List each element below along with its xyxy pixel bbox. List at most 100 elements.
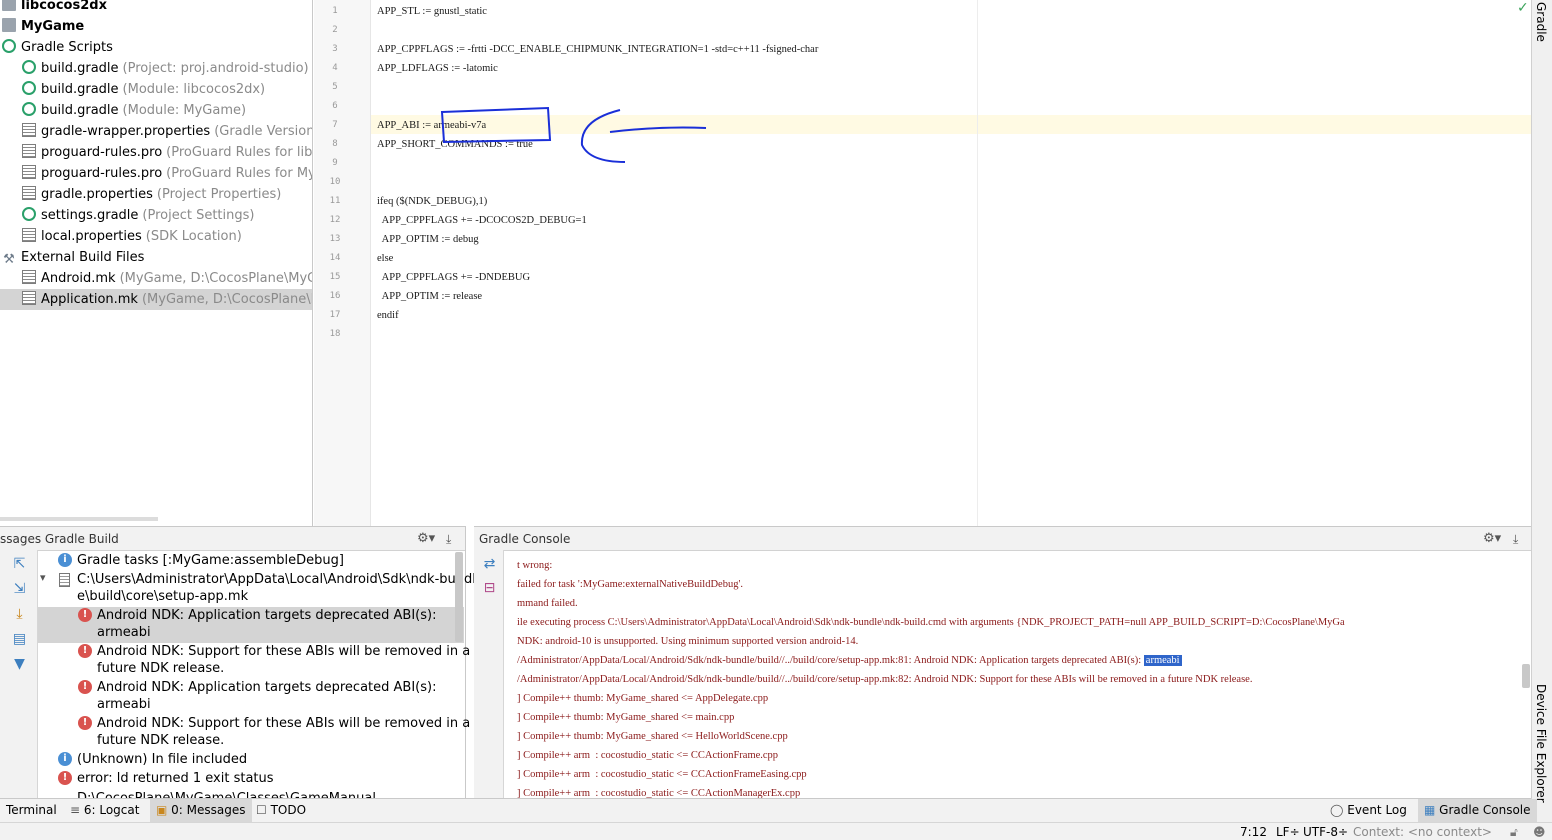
tree-item[interactable]: proguard-rules.pro (ProGuard Rules for li…: [0, 142, 312, 163]
logcat-tab[interactable]: ≡ 6: Logcat: [64, 799, 145, 822]
preview-icon[interactable]: ▤: [11, 631, 28, 648]
properties-file-icon: [22, 123, 36, 137]
tree-item[interactable]: build.gradle (Project: proj.android-studi…: [0, 58, 309, 79]
tree-item[interactable]: gradle.properties (Project Properties): [0, 184, 281, 205]
code-editor[interactable]: APP_STL := gnustl_static APP_CPPFLAGS := …: [371, 0, 1531, 526]
lock-icon[interactable]: 🔓︎: [1510, 823, 1518, 840]
soft-wrap-icon[interactable]: ⇄: [481, 556, 498, 573]
tree-item[interactable]: proguard-rules.pro(ProGuard Rules for My…: [0, 163, 312, 184]
message-line: error: ld returned 1 exit status: [77, 771, 274, 786]
line-number: 2: [332, 25, 338, 35]
tree-item[interactable]: build.gradle (Module: MyGame): [0, 100, 246, 121]
message-line: Android NDK: Support for these ABIs will…: [97, 644, 471, 659]
code-line: APP_CPPFLAGS := -frtti -DCC_ENABLE_CHIPM…: [377, 44, 819, 55]
event-log-icon: ◯: [1330, 803, 1348, 817]
tree-item[interactable]: libcocos2dx: [0, 0, 107, 16]
console-line: ] Compile++ arm : cocostudio_static <= C…: [517, 746, 778, 765]
message-row[interactable]: ! Android NDK: Application targets deprec…: [38, 607, 464, 643]
gradle-console-tab[interactable]: ▦ Gradle Console: [1418, 799, 1537, 822]
clear-console-icon[interactable]: ⊟: [481, 580, 498, 597]
line-number: 9: [332, 158, 338, 168]
file-encoding[interactable]: UTF-8÷: [1303, 823, 1348, 840]
message-row[interactable]: D:\CocosPlane\MyGame\Classes\GameManual.…: [38, 790, 464, 798]
ide-window: libcocos2dx MyGame Gradle Scripts build.gra…: [0, 0, 1552, 840]
tab-strip-underline: [0, 517, 158, 521]
export-icon[interactable]: ⤓: [11, 606, 28, 623]
gradle-icon: [2, 39, 16, 53]
message-row[interactable]: ▾ C:\Users\Administrator\AppData\Local\An…: [38, 571, 476, 607]
message-line: future NDK release.: [97, 661, 225, 676]
device-file-explorer-tab[interactable]: Device File Explorer: [1534, 684, 1548, 803]
hide-panel-icon[interactable]: ⤓: [1513, 527, 1518, 551]
line-number: 1: [332, 6, 338, 16]
tree-item-hint: (Project Properties): [156, 187, 282, 202]
annotation-arrow-line: [609, 126, 707, 133]
text-file-icon: [22, 291, 36, 305]
properties-file-icon: [22, 186, 36, 200]
message-row[interactable]: ! Android NDK: Application targets deprec…: [38, 679, 464, 715]
tree-item[interactable]: ⚒ External Build Files: [0, 247, 144, 268]
tree-item-label: External Build Files: [21, 250, 145, 265]
message-line: (Unknown) In file included: [77, 752, 248, 767]
context-indicator: Context: <no context>: [1353, 825, 1492, 839]
inspector-icon[interactable]: ☻: [1533, 823, 1546, 840]
message-row[interactable]: i (Unknown) In file included: [38, 751, 464, 770]
console-line: /Administrator/AppData/Local/Android/Sdk…: [517, 670, 1252, 689]
tree-item-label: local.properties: [41, 229, 142, 244]
expand-all-icon[interactable]: ⇱: [11, 556, 28, 573]
gear-icon[interactable]: ⚙▾: [417, 527, 435, 551]
gradle-side-tab[interactable]: Gradle: [1534, 2, 1548, 42]
message-row[interactable]: ! Android NDK: Support for these ABIs wil…: [38, 715, 470, 751]
filter-icon[interactable]: ▼: [11, 656, 28, 673]
terminal-tab[interactable]: Terminal: [0, 799, 63, 822]
console-toolbar: ⇄ ⊟: [474, 550, 504, 798]
tree-item[interactable]: MyGame: [0, 16, 84, 37]
tree-item[interactable]: Application.mk(MyGame, D:\CocosPlane\MyG…: [0, 289, 312, 310]
message-line: Android NDK: Application targets depreca…: [97, 680, 437, 695]
tree-item[interactable]: local.properties (SDK Location): [0, 226, 242, 247]
message-line: future NDK release.: [97, 733, 225, 748]
annotation-arrow-curve: [580, 109, 626, 163]
folder-icon: [2, 0, 16, 11]
line-separator[interactable]: LF÷: [1276, 823, 1300, 840]
console-line: t wrong:: [517, 556, 552, 575]
hide-panel-icon[interactable]: ⤓: [446, 527, 451, 551]
tree-item-hint: (Project Settings): [142, 208, 255, 223]
messages-tab[interactable]: ▣ 0: Messages: [150, 799, 252, 822]
line-number: 5: [332, 82, 338, 92]
tree-item-label: Gradle Scripts: [21, 40, 113, 55]
tree-item-hint: (Gradle Version): [214, 124, 313, 139]
message-row[interactable]: i Gradle tasks [:MyGame:assembleDebug]: [38, 552, 464, 571]
console-line-text: ] Compile++ thumb: MyGame_shared <= main…: [517, 712, 735, 723]
console-scrollbar[interactable]: [1522, 664, 1530, 688]
messages-scrollbar[interactable]: [455, 552, 463, 642]
gear-icon[interactable]: ⚙▾: [1483, 527, 1501, 551]
external-build-icon: ⚒: [3, 252, 15, 267]
tree-item[interactable]: Android.mk(MyGame, D:\CocosPlane\MyGame: [0, 268, 312, 289]
message-row[interactable]: ! Android NDK: Support for these ABIs wil…: [38, 643, 470, 679]
tree-item-label: build.gradle: [41, 82, 119, 97]
project-tree: libcocos2dx MyGame Gradle Scripts build.gra…: [0, 0, 313, 526]
cursor-position[interactable]: 7:12: [1240, 823, 1267, 840]
gradle-icon: [22, 81, 36, 95]
tree-item[interactable]: settings.gradle (Project Settings): [0, 205, 254, 226]
tree-item[interactable]: gradle-wrapper.properties (Gradle Version…: [0, 121, 313, 142]
error-icon: !: [78, 716, 92, 730]
error-icon: !: [78, 608, 92, 622]
tree-item[interactable]: build.gradle (Module: libcocos2dx): [0, 79, 265, 100]
tree-item[interactable]: Gradle Scripts: [0, 37, 113, 58]
tree-item-label: Application.mk: [41, 292, 138, 307]
message-text: Android NDK: Support for these ABIs will…: [97, 643, 470, 677]
expand-arrow-icon[interactable]: ▾: [40, 571, 46, 584]
error-icon: !: [78, 680, 92, 694]
event-log-tab-label: Event Log: [1347, 803, 1407, 817]
collapse-all-icon[interactable]: ⇲: [11, 581, 28, 598]
text-file-icon: [22, 165, 36, 179]
message-row[interactable]: ! error: ld returned 1 exit status: [38, 770, 464, 789]
todo-tab[interactable]: ☐ TODO: [250, 799, 312, 822]
message-line: Android NDK: Support for these ABIs will…: [97, 716, 471, 731]
event-log-tab[interactable]: ◯ Event Log: [1324, 799, 1413, 822]
messages-panel-title: ssages Gradle Build: [0, 532, 119, 546]
line-number: 7: [332, 120, 338, 130]
tree-item-hint: (Module: MyGame): [122, 103, 247, 118]
